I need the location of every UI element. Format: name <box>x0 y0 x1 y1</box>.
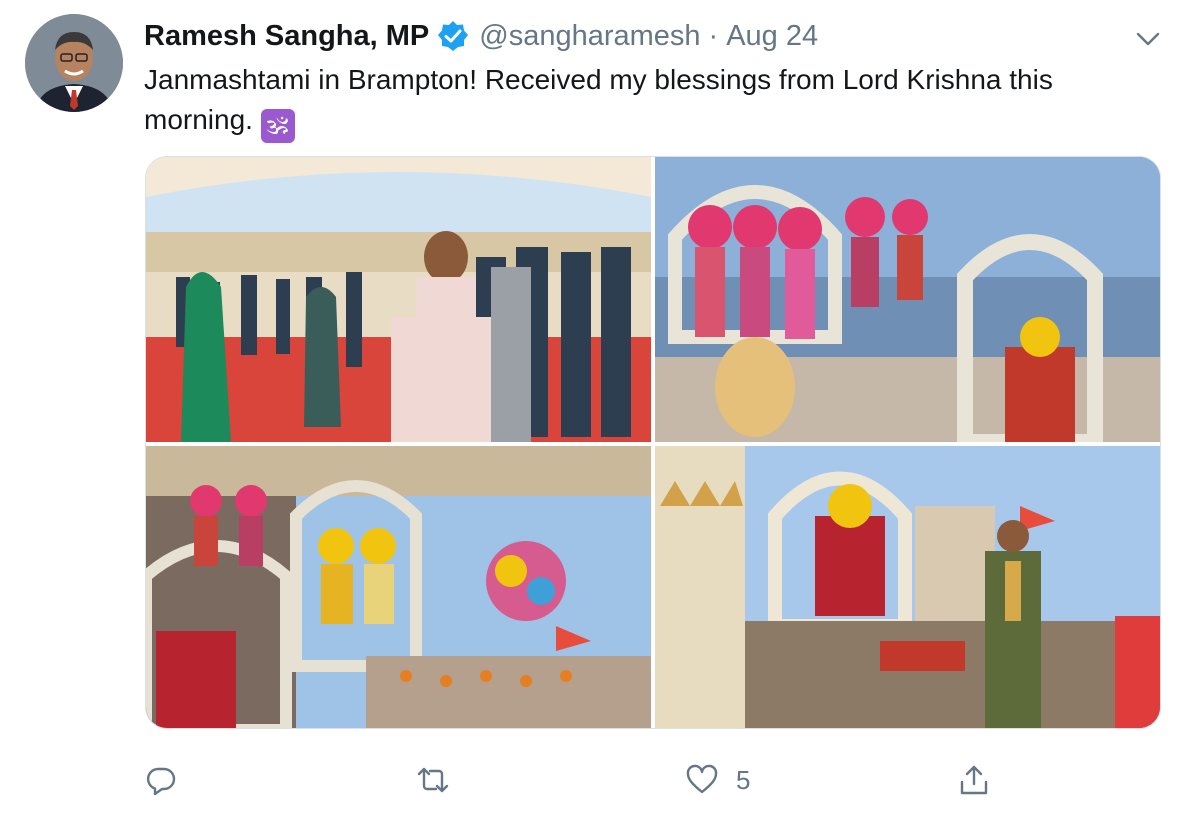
tweet-text: Janmashtami in Brampton! Received my ble… <box>144 60 1154 143</box>
like-icon <box>686 764 718 794</box>
header-separator: · <box>708 19 719 52</box>
photo-congregation[interactable] <box>146 157 651 442</box>
photo-shrine-balloon[interactable] <box>146 446 651 728</box>
like-count: 5 <box>736 764 751 795</box>
retweet-icon <box>417 767 449 793</box>
photo-devotee-altar[interactable] <box>655 446 1160 728</box>
chevron-down-icon[interactable] <box>1134 26 1162 50</box>
author-avatar[interactable] <box>25 14 123 112</box>
reply-button[interactable] <box>145 762 177 798</box>
reply-icon <box>146 767 176 796</box>
author-name[interactable]: Ramesh Sangha, MP <box>144 20 429 53</box>
om-emoji: 🕉 <box>260 109 295 143</box>
share-button[interactable] <box>958 762 990 798</box>
retweet-button[interactable] <box>415 762 451 798</box>
author-handle[interactable]: @sangharamesh <box>479 20 700 53</box>
tweet-header: Ramesh Sangha, MP @sangharamesh · Aug 24 <box>144 18 818 54</box>
tweet-actions: 5 <box>0 762 1186 802</box>
media-grid <box>145 156 1161 729</box>
like-button[interactable]: 5 <box>686 762 750 798</box>
tweet-date[interactable]: Aug 24 <box>726 20 818 53</box>
verified-badge-icon <box>437 20 469 52</box>
photo-temple-deities[interactable] <box>655 157 1160 442</box>
share-icon <box>960 765 988 795</box>
